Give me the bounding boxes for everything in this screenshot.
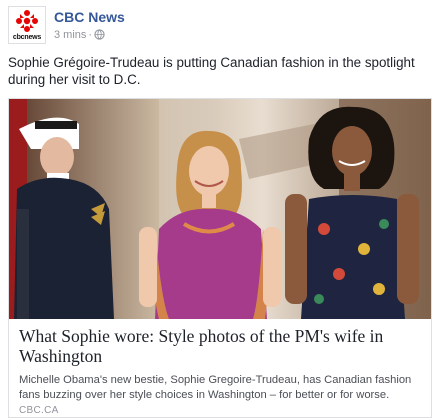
- link-description: Michelle Obama's new bestie, Sophie Greg…: [19, 374, 412, 401]
- cbc-gem-icon: [16, 10, 38, 32]
- logo-wordmark: cbcnews: [12, 34, 42, 41]
- link-domain: cbc.ca: [19, 405, 59, 416]
- link-title[interactable]: What Sophie wore: Style photos of the PM…: [19, 326, 421, 366]
- link-preview-image[interactable]: [9, 99, 431, 319]
- cbc-logo[interactable]: cbcnews: [8, 6, 46, 44]
- meta-separator: ·: [88, 29, 93, 41]
- post-header: cbcnews CBC News 3 mins ·: [8, 6, 433, 50]
- post-message: Sophie Grégoire-Trudeau is putting Canad…: [8, 55, 415, 87]
- post-meta: 3 mins ·: [54, 29, 105, 41]
- post-timestamp[interactable]: 3 mins: [54, 29, 86, 41]
- photo-guard-sophie-michelle: [9, 99, 431, 319]
- link-preview-card[interactable]: What Sophie wore: Style photos of the PM…: [8, 98, 432, 418]
- globe-icon[interactable]: [94, 29, 105, 40]
- page-name-link[interactable]: CBC News: [54, 9, 125, 25]
